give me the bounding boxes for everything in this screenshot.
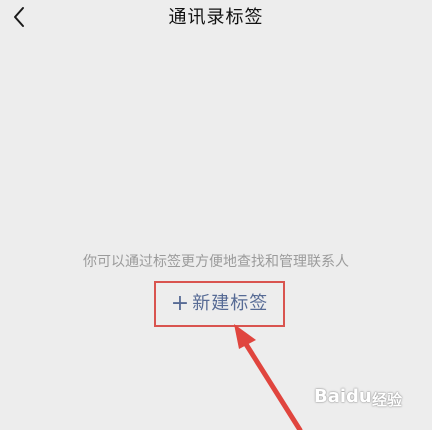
plus-icon: + — [170, 291, 190, 316]
contacts-tags-screen: 通讯录标签 你可以通过标签更方便地查找和管理联系人 + 新建标签 Baidu 经… — [0, 0, 432, 430]
watermark-brand: Baidu — [314, 386, 372, 407]
annotation-arrow-icon — [234, 324, 303, 430]
nav-bar: 通讯录标签 — [0, 0, 432, 38]
empty-state-hint: 你可以通过标签更方便地查找和管理联系人 — [83, 254, 349, 270]
page-title: 通讯录标签 — [168, 7, 264, 28]
back-button[interactable] — [4, 2, 34, 32]
new-tag-label: 新建标签 — [192, 293, 269, 314]
watermark: Baidu 经验 — [314, 380, 426, 420]
watermark-suffix: 经验 — [372, 391, 403, 409]
chevron-left-icon — [14, 7, 24, 27]
new-tag-button[interactable]: + 新建标签 — [154, 281, 285, 327]
